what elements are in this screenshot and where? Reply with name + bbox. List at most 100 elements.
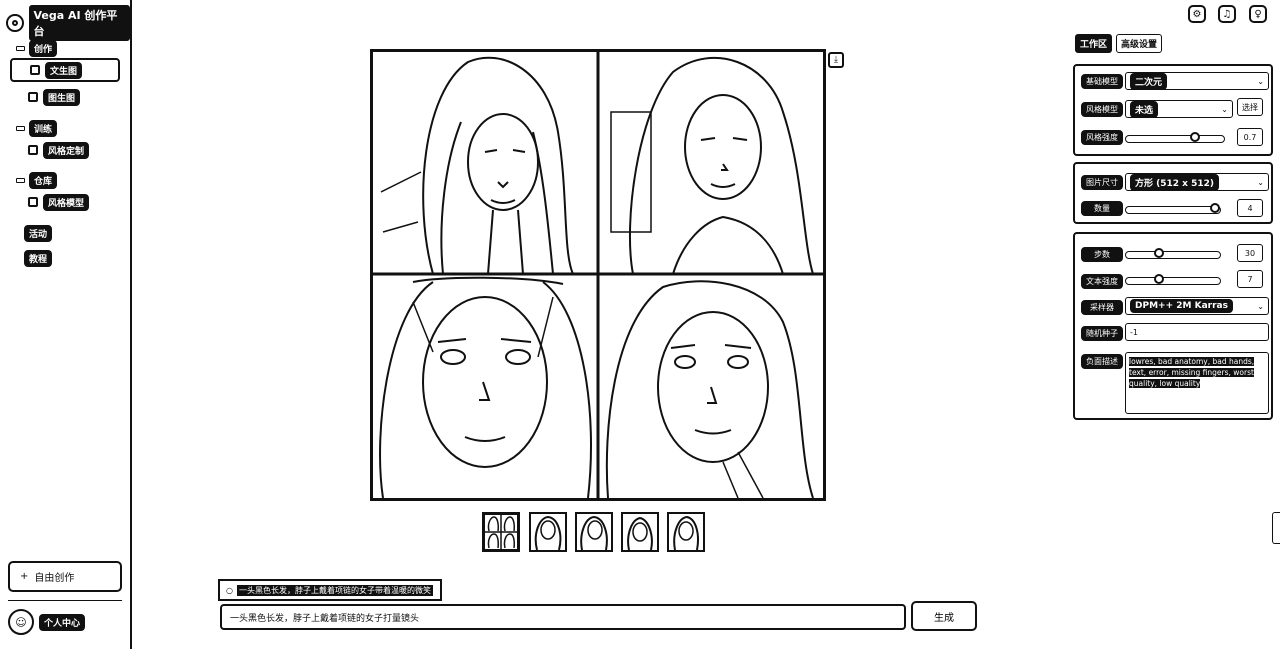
- nav-item-label: 风格模型: [43, 193, 90, 211]
- style-weight-slider[interactable]: [1125, 132, 1225, 143]
- cfg-row: 文本强度: [1081, 274, 1123, 289]
- nav-group-repo[interactable]: 仓库: [16, 172, 58, 189]
- thumbnail-grid[interactable]: [482, 512, 520, 552]
- nav-group-label: 创作: [29, 40, 58, 57]
- divider: [8, 600, 122, 601]
- settings-icon[interactable]: ⚙: [1188, 5, 1206, 23]
- sampler-label: 采样器: [1081, 300, 1123, 315]
- base-model-value: 二次元: [1130, 72, 1168, 90]
- image-icon: [28, 92, 38, 102]
- steps-value[interactable]: 30: [1237, 244, 1263, 262]
- nav-item-style-model[interactable]: 风格模型: [10, 190, 120, 214]
- nav-activity[interactable]: 活动: [24, 225, 53, 242]
- steps-slider[interactable]: [1125, 248, 1221, 259]
- tab-advanced[interactable]: 高级设置: [1116, 34, 1163, 53]
- logo-icon: [6, 14, 24, 32]
- style-weight-value[interactable]: 0.7: [1237, 128, 1263, 146]
- generated-image-grid[interactable]: [370, 49, 826, 501]
- chevron-down-icon: ⌄: [1257, 301, 1264, 311]
- sampler-row: 采样器: [1081, 300, 1123, 315]
- nav-tutorial[interactable]: 教程: [24, 250, 53, 267]
- image-icon: [30, 65, 40, 75]
- collapse-panel-handle[interactable]: [1272, 512, 1280, 544]
- box-icon: [28, 197, 38, 207]
- thumbnail-image: [673, 515, 699, 550]
- steps-row: 步数: [1081, 247, 1123, 262]
- nav-group-label: 训练: [29, 120, 58, 137]
- advanced-settings-card: 步数 30 文本强度 7 采样器 DPM++ 2M Karras ⌄ 随机种子 …: [1073, 232, 1273, 420]
- count-row: 数量: [1081, 201, 1123, 216]
- style-model-row: 风格模型: [1081, 102, 1123, 117]
- slider-knob[interactable]: [1189, 132, 1200, 142]
- profile-label: 个人中心: [39, 613, 86, 631]
- generate-button[interactable]: 生成: [911, 601, 977, 631]
- prompt-input[interactable]: [220, 604, 906, 630]
- thumbnail-image: [534, 515, 562, 550]
- count-value[interactable]: 4: [1237, 199, 1263, 217]
- nav-group-label: 教程: [24, 250, 53, 267]
- thumbnail-3[interactable]: [621, 512, 659, 552]
- thumbnail-1[interactable]: [529, 512, 567, 552]
- steps-label: 步数: [1081, 247, 1123, 262]
- count-slider[interactable]: [1125, 203, 1221, 214]
- negative-prompt-label: 负面描述: [1081, 354, 1123, 369]
- nav-group-create[interactable]: 创作: [16, 40, 58, 57]
- seed-value: -1: [1130, 327, 1138, 337]
- slider-knob[interactable]: [1210, 203, 1220, 213]
- image-size-row: 图片尺寸: [1081, 175, 1123, 190]
- image-size-value: 方形 (512 x 512): [1130, 173, 1220, 191]
- thumbnail-4[interactable]: [667, 512, 705, 552]
- style-model-value: 未选: [1130, 100, 1159, 118]
- base-model-select[interactable]: 二次元 ⌄: [1125, 72, 1269, 90]
- bell-icon[interactable]: ♫: [1218, 5, 1236, 23]
- thumbnail-image: [580, 515, 608, 550]
- cfg-value[interactable]: 7: [1237, 270, 1263, 288]
- nav-group-label: 活动: [24, 225, 53, 242]
- seed-label: 随机种子: [1081, 326, 1123, 341]
- sampler-select[interactable]: DPM++ 2M Karras ⌄: [1125, 297, 1269, 315]
- nav-item-img2img[interactable]: 图生图: [10, 85, 120, 109]
- negative-prompt-textarea[interactable]: lowres, bad anatomy, bad hands, text, er…: [1125, 352, 1269, 414]
- chevron-down-icon: ⌄: [1221, 104, 1228, 114]
- image-size-label: 图片尺寸: [1081, 175, 1123, 190]
- lightbulb-icon: ○: [226, 585, 233, 595]
- model-settings-card: 基础模型 二次元 ⌄ 风格模型 未选 ⌄ 选择 风格强度 0.7: [1073, 64, 1273, 156]
- count-label: 数量: [1081, 201, 1123, 216]
- download-icon[interactable]: ⤓: [828, 52, 844, 68]
- sampler-value: DPM++ 2M Karras: [1130, 299, 1233, 313]
- nav-item-label: 风格定制: [43, 141, 90, 159]
- seed-input[interactable]: -1: [1125, 323, 1269, 341]
- prompt-suggestion[interactable]: ○ 一头黑色长发，脖子上戴着项链的女子带着温暖的微笑: [218, 579, 442, 601]
- slider-knob[interactable]: [1153, 274, 1164, 284]
- slider-knob[interactable]: [1153, 248, 1164, 258]
- nav-item-label: 文生图: [45, 61, 83, 79]
- base-model-row: 基础模型: [1081, 74, 1123, 89]
- style-select-button[interactable]: 选择: [1237, 98, 1263, 116]
- new-creation-button[interactable]: + 自由创作: [8, 561, 122, 592]
- group-icon: [16, 126, 25, 131]
- panel-tabs: 工作区 高级设置: [1075, 34, 1163, 53]
- thumbnail-2[interactable]: [575, 512, 613, 552]
- nav-group-train[interactable]: 训练: [16, 120, 58, 137]
- nav-item-style-custom[interactable]: 风格定制: [10, 138, 120, 162]
- brand[interactable]: Vega AI 创作平台: [6, 5, 130, 41]
- style-model-select[interactable]: 未选 ⌄: [1125, 100, 1233, 118]
- thumbnail-image: [485, 515, 517, 549]
- new-creation-label: 自由创作: [34, 573, 75, 584]
- nav-item-label: 图生图: [43, 88, 81, 106]
- profile-link[interactable]: ☺ 个人中心: [8, 609, 86, 635]
- user-icon[interactable]: ♀: [1249, 5, 1267, 23]
- avatar: ☺: [8, 609, 34, 635]
- base-model-label: 基础模型: [1081, 74, 1123, 89]
- nav-item-text2img[interactable]: 文生图: [10, 58, 120, 82]
- tab-workspace[interactable]: 工作区: [1075, 34, 1113, 53]
- chevron-down-icon: ⌄: [1257, 76, 1264, 86]
- chevron-down-icon: ⌄: [1257, 177, 1264, 187]
- negative-prompt-row: 负面描述: [1081, 354, 1123, 369]
- sidebar: Vega AI 创作平台 创作 文生图 图生图 训练 风格定制 仓库 风格模型 …: [0, 0, 132, 649]
- group-icon: [16, 178, 25, 183]
- image-size-select[interactable]: 方形 (512 x 512) ⌄: [1125, 173, 1269, 191]
- suggestion-text: 一头黑色长发，脖子上戴着项链的女子带着温暖的微笑: [236, 584, 433, 596]
- size-settings-card: 图片尺寸 方形 (512 x 512) ⌄ 数量 4: [1073, 162, 1273, 224]
- cfg-slider[interactable]: [1125, 274, 1221, 285]
